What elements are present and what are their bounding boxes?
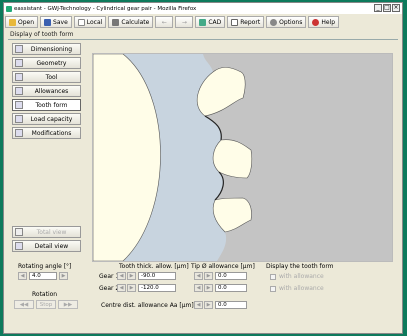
help-button[interactable]: Help: [308, 16, 340, 28]
rotating-angle-label: Rotating angle [°]: [18, 263, 72, 270]
open-button[interactable]: Open: [5, 16, 39, 28]
detail-view-button[interactable]: Detail view: [12, 240, 81, 252]
undo-button[interactable]: ←: [155, 16, 174, 28]
gear1-thickness-input[interactable]: -90.0: [138, 272, 176, 280]
report-button[interactable]: Report: [227, 16, 265, 28]
rotating-angle-input[interactable]: 4.0: [29, 272, 57, 280]
tip1-decrease[interactable]: ◀: [194, 272, 203, 280]
redo-button[interactable]: →: [175, 16, 194, 28]
close-button[interactable]: ×: [392, 4, 400, 12]
options-button[interactable]: Options: [266, 16, 307, 28]
parameters-panel: Rotating angle [°] ◀ 4.0 ▶ Rotation ◀◀ S…: [4, 261, 404, 333]
report-icon: [231, 18, 239, 26]
sidebar-item-allowances[interactable]: Allowances: [12, 85, 81, 97]
rotate-right-button[interactable]: ▶▶: [58, 300, 78, 309]
sidebar-item-tooth-form[interactable]: Tooth form: [12, 99, 81, 111]
cad-button[interactable]: CAD: [195, 16, 226, 28]
title-bar: eassistant - GWJ-Technology - Cylindrica…: [4, 3, 402, 14]
gear2-thickness-increase[interactable]: ▶: [127, 284, 136, 292]
with-allowance-label-1: with allowance: [279, 273, 324, 280]
sidebar-item-geometry[interactable]: Geometry: [12, 57, 81, 69]
checkbox-icon: [77, 18, 85, 26]
sidebar: Dimensioning Geometry Tool Allowances To…: [12, 43, 81, 141]
view-buttons: Total view Detail view: [12, 226, 81, 254]
tip1-input[interactable]: 0.0: [215, 272, 247, 280]
tip2-increase[interactable]: ▶: [204, 284, 213, 292]
main-toolbar: Open Save Local Calculate ← → CAD Report…: [4, 15, 402, 29]
calculator-icon: [112, 18, 120, 26]
local-button[interactable]: Local: [73, 16, 107, 28]
sidebar-item-modifications[interactable]: Modifications: [12, 127, 81, 139]
help-icon: [312, 18, 320, 26]
tip-allowance-header: Tip Ø allowance [µm]: [191, 263, 255, 270]
angle-increase-button[interactable]: ▶: [59, 272, 68, 280]
centre-decrease[interactable]: ◀: [194, 301, 203, 309]
tip2-input[interactable]: 0.0: [215, 284, 247, 292]
app-icon: [6, 5, 12, 12]
display-tooth-form-header: Display the tooth form: [266, 263, 334, 270]
tooth-thickness-header: Tooth thick. allow. [µm]: [119, 263, 189, 270]
gear1-thickness-decrease[interactable]: ◀: [117, 272, 126, 280]
window-title: eassistant - GWJ-Technology - Cylindrica…: [14, 5, 197, 12]
rotate-left-button[interactable]: ◀◀: [14, 300, 34, 309]
browser-window: eassistant - GWJ-Technology - Cylindrica…: [3, 2, 403, 334]
angle-decrease-button[interactable]: ◀: [18, 272, 27, 280]
centre-distance-label: Centre dist. allowance Aa [µm]: [101, 302, 194, 309]
cad-icon: [199, 18, 207, 26]
gear-icon: [270, 18, 278, 26]
tip2-decrease[interactable]: ◀: [194, 284, 203, 292]
with-allowance-checkbox-1[interactable]: [270, 274, 276, 280]
divider: [8, 39, 398, 40]
centre-distance-input[interactable]: 0.0: [215, 301, 247, 309]
folder-icon: [9, 18, 16, 26]
gear-drawing: [92, 53, 393, 262]
sidebar-item-tool[interactable]: Tool: [12, 71, 81, 83]
tooth-form-canvas[interactable]: [92, 53, 393, 262]
minimize-button[interactable]: _: [374, 4, 382, 12]
sidebar-item-dimensioning[interactable]: Dimensioning: [12, 43, 81, 55]
with-allowance-label-2: with allowance: [279, 285, 324, 292]
calculate-button[interactable]: Calculate: [108, 16, 154, 28]
rotation-label: Rotation: [32, 291, 58, 298]
stop-button[interactable]: Stop: [36, 300, 56, 309]
tip1-increase[interactable]: ▶: [204, 272, 213, 280]
maximize-button[interactable]: □: [383, 4, 391, 12]
centre-increase[interactable]: ▶: [204, 301, 213, 309]
window-controls: _ □ ×: [374, 4, 400, 12]
save-icon: [44, 18, 52, 26]
sidebar-item-load-capacity[interactable]: Load capacity: [12, 113, 81, 125]
save-button[interactable]: Save: [40, 16, 72, 28]
gear2-thickness-input[interactable]: -120.0: [138, 284, 176, 292]
gear1-thickness-increase[interactable]: ▶: [127, 272, 136, 280]
page-title: Display of tooth form: [10, 31, 74, 38]
with-allowance-checkbox-2[interactable]: [270, 286, 276, 292]
gear2-thickness-decrease[interactable]: ◀: [117, 284, 126, 292]
total-view-button[interactable]: Total view: [12, 226, 81, 238]
